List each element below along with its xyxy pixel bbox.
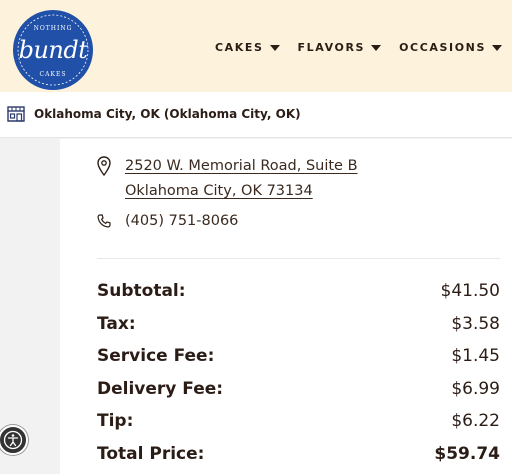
subtotal-row: Subtotal: $41.50 xyxy=(97,281,500,314)
total-value: $59.74 xyxy=(434,443,500,464)
nav-occasions[interactable]: OCCASIONS xyxy=(399,41,502,54)
location-text: Oklahoma City, OK (Oklahoma City, OK) xyxy=(34,107,301,121)
tip-value: $6.22 xyxy=(451,411,500,432)
nav-occasions-label: OCCASIONS xyxy=(399,41,486,54)
tax-row: Tax: $3.58 xyxy=(97,314,500,347)
storefront-icon xyxy=(7,106,25,122)
main-nav: CAKES FLAVORS OCCASIONS xyxy=(215,41,502,54)
accessibility-button[interactable] xyxy=(0,425,28,455)
phone-icon xyxy=(97,214,111,228)
store-address-link[interactable]: 2520 W. Memorial Road, Suite B Oklahoma … xyxy=(125,154,358,204)
nav-flavors-label: FLAVORS xyxy=(297,41,366,54)
store-phone[interactable]: (405) 751-8066 xyxy=(125,213,238,229)
divider xyxy=(97,258,500,259)
chevron-down-icon xyxy=(371,44,382,51)
subtotal-label: Subtotal: xyxy=(97,281,186,301)
delivery-fee-row: Delivery Fee: $6.99 xyxy=(97,379,500,412)
delivery-fee-value: $6.99 xyxy=(451,378,500,399)
tax-value: $3.58 xyxy=(451,313,500,334)
price-breakdown: Subtotal: $41.50 Tax: $3.58 Service Fee:… xyxy=(97,281,500,474)
chevron-down-icon xyxy=(492,44,502,51)
total-row: Total Price: $59.74 xyxy=(97,444,500,474)
logo-top-text: NOTHING xyxy=(34,25,73,32)
service-fee-value: $1.45 xyxy=(451,346,500,367)
order-summary-card: 2520 W. Memorial Road, Suite B Oklahoma … xyxy=(60,139,512,474)
logo-word: bundt xyxy=(18,36,88,64)
logo-bottom-text: CAKES xyxy=(40,71,67,78)
chevron-down-icon xyxy=(269,44,280,51)
tax-label: Tax: xyxy=(97,313,136,334)
address-line2: Oklahoma City, OK 73134 xyxy=(125,183,313,199)
nav-cakes-label: CAKES xyxy=(214,41,264,54)
top-navigation: NOTHING CAKES bundt CAKES FLAVORS OCCASI… xyxy=(0,0,512,92)
accessibility-icon xyxy=(3,430,23,450)
map-pin-icon xyxy=(97,156,111,176)
tip-row: Tip: $6.22 xyxy=(97,411,500,444)
nav-cakes[interactable]: CAKES xyxy=(215,41,280,54)
total-label: Total Price: xyxy=(97,443,205,464)
tip-label: Tip: xyxy=(97,411,134,432)
location-bar[interactable]: Oklahoma City, OK (Oklahoma City, OK) xyxy=(0,92,512,138)
address-line1: 2520 W. Memorial Road, Suite B xyxy=(125,158,358,174)
nothing-bundt-cakes-logo[interactable]: NOTHING CAKES bundt xyxy=(13,10,93,90)
delivery-fee-label: Delivery Fee: xyxy=(97,378,224,399)
nav-flavors[interactable]: FLAVORS xyxy=(298,41,382,54)
service-fee-row: Service Fee: $1.45 xyxy=(97,346,500,379)
service-fee-label: Service Fee: xyxy=(97,346,215,367)
subtotal-value: $41.50 xyxy=(440,281,500,301)
